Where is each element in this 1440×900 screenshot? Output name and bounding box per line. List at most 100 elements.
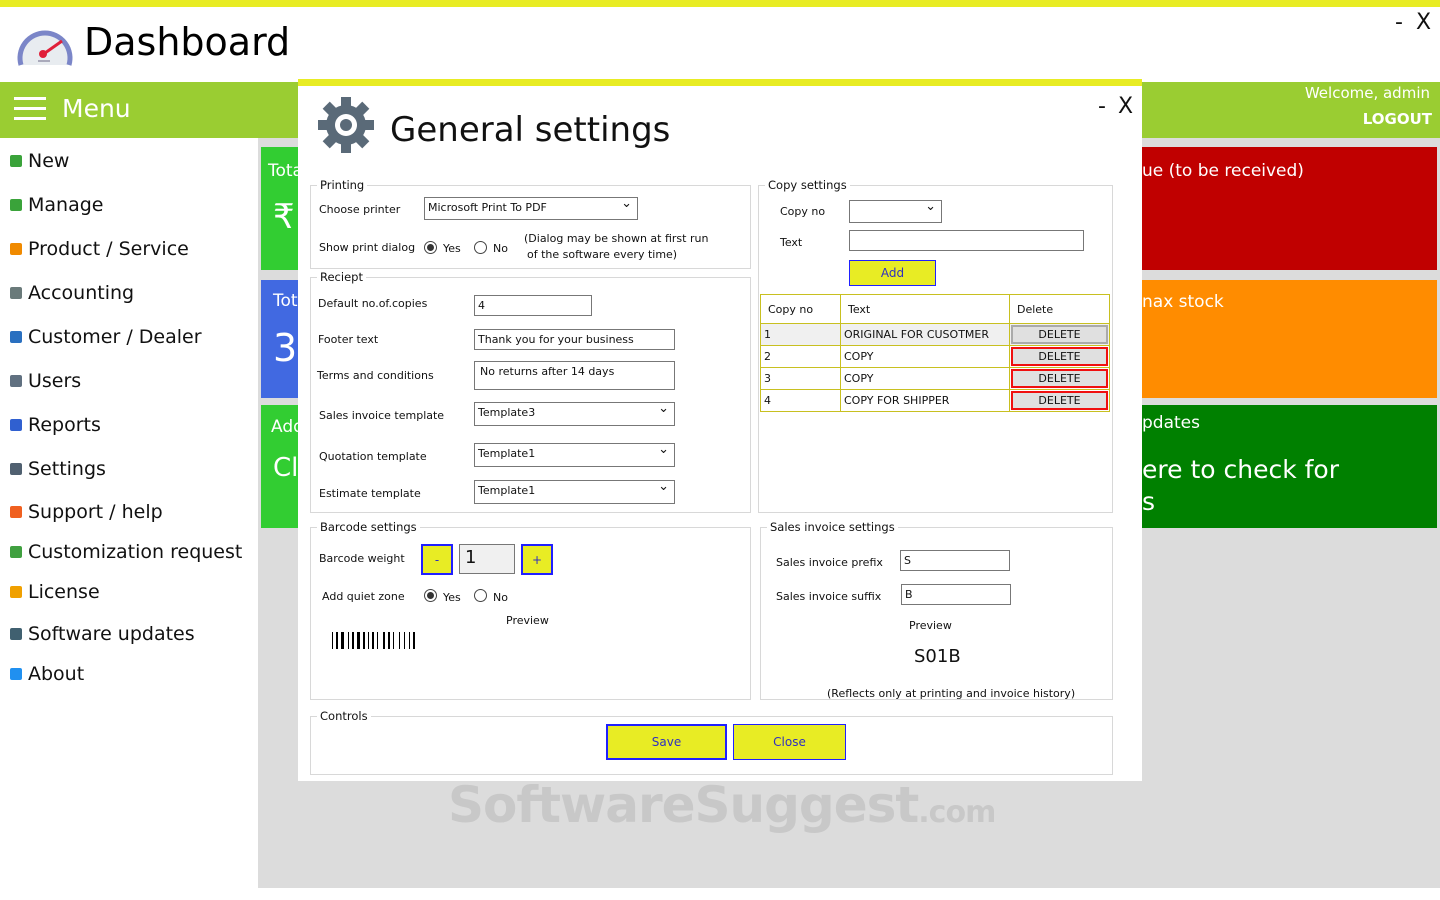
copy-no-cell: 1 bbox=[760, 323, 841, 346]
copy-text-cell: COPY bbox=[840, 345, 1010, 368]
copy-text-input[interactable] bbox=[849, 230, 1084, 251]
estimate-template-select[interactable]: Template1 bbox=[474, 479, 675, 504]
sidebar-item-label: Manage bbox=[28, 194, 104, 216]
close-dialog-button[interactable]: Close bbox=[733, 724, 846, 760]
dashboard-gauge-icon bbox=[17, 30, 73, 66]
print-dialog-no-radio[interactable] bbox=[474, 241, 487, 254]
sidebar-item-software-updates[interactable]: Software updates bbox=[10, 623, 195, 645]
sidebar-item-label: Users bbox=[28, 370, 82, 392]
print-dialog-yes-radio[interactable] bbox=[424, 241, 437, 254]
box-icon bbox=[10, 243, 22, 255]
sidebar-item-users[interactable]: Users bbox=[10, 370, 81, 392]
sidebar-item-support-help[interactable]: Support / help bbox=[10, 501, 163, 523]
sidebar-item-customer-dealer[interactable]: Customer / Dealer bbox=[10, 326, 202, 348]
dialog-close-button[interactable]: X bbox=[1118, 94, 1133, 119]
close-button[interactable]: X bbox=[1416, 10, 1431, 35]
save-button[interactable]: Save bbox=[606, 724, 727, 760]
sales-template-select[interactable]: Template3 bbox=[474, 401, 675, 426]
sidebar-item-product-service[interactable]: Product / Service bbox=[10, 238, 189, 260]
sidebar-item-manage[interactable]: Manage bbox=[10, 194, 103, 216]
sidebar-item-about[interactable]: About bbox=[10, 663, 84, 685]
barcode-bar bbox=[352, 632, 354, 649]
suffix-input[interactable]: B bbox=[901, 584, 1011, 605]
barcode-weight-input[interactable]: 1 bbox=[459, 544, 515, 574]
table-row: 4 COPY FOR SHIPPER DELETE bbox=[760, 389, 1110, 412]
sidebar-item-accounting[interactable]: Accounting bbox=[10, 282, 134, 304]
delete-row-button[interactable]: DELETE bbox=[1011, 347, 1108, 366]
sales-template-label: Sales invoice template bbox=[319, 409, 445, 422]
delete-row-button[interactable]: DELETE bbox=[1011, 391, 1108, 410]
logout-link[interactable]: LOGOUT bbox=[1363, 110, 1432, 128]
footer-input[interactable]: Thank you for your business bbox=[474, 329, 675, 350]
sidebar-item-settings[interactable]: Settings bbox=[10, 458, 106, 480]
no-label: No bbox=[493, 242, 508, 255]
barcode-weight-decrease-button[interactable]: - bbox=[421, 544, 453, 575]
delete-row-button[interactable]: DELETE bbox=[1011, 369, 1108, 388]
sidebar-item-new[interactable]: New bbox=[10, 150, 69, 172]
no-label: No bbox=[493, 591, 508, 604]
quiet-zone-yes-radio[interactable] bbox=[424, 589, 437, 602]
top-accent-bar bbox=[0, 0, 1440, 7]
col-copy-no: Copy no bbox=[760, 294, 841, 324]
tile-total-sales[interactable]: Tota ₹ bbox=[261, 147, 298, 270]
tile-updates[interactable]: pdates ere to check for s bbox=[1142, 405, 1437, 528]
puzzle-icon bbox=[10, 546, 22, 558]
sidebar-item-label: Settings bbox=[28, 458, 106, 480]
tile-title: Tota bbox=[268, 161, 298, 181]
barcode-weight-increase-button[interactable]: + bbox=[521, 544, 553, 575]
printer-select[interactable]: Microsoft Print To PDF bbox=[424, 196, 638, 220]
barcode-bar bbox=[391, 632, 392, 649]
quiet-zone-no-radio[interactable] bbox=[474, 589, 487, 602]
tile-max-stock[interactable]: nax stock bbox=[1142, 280, 1437, 398]
add-copy-button[interactable]: Add bbox=[849, 260, 936, 286]
tile-add[interactable]: Add Cl bbox=[261, 405, 298, 528]
quotation-template-select[interactable]: Template1 bbox=[474, 442, 675, 467]
sidebar-item-label: Customization request bbox=[28, 541, 243, 563]
barcode-bar bbox=[366, 632, 367, 649]
welcome-text: Welcome, admin bbox=[1304, 84, 1430, 102]
barcode-bar bbox=[404, 632, 405, 649]
table-row: 1 ORIGINAL FOR CUSOTMER DELETE bbox=[760, 323, 1110, 346]
invoice-preview-label: Preview bbox=[909, 619, 952, 632]
sidebar-item-license[interactable]: License bbox=[10, 581, 100, 603]
tile-value: ere to check for bbox=[1142, 455, 1339, 484]
tile-value-2: s bbox=[1142, 487, 1156, 516]
tile-total-count[interactable]: Tot 3 bbox=[261, 280, 298, 398]
copy-text-cell: COPY FOR SHIPPER bbox=[840, 389, 1010, 412]
menu-label[interactable]: Menu bbox=[62, 94, 131, 123]
tile-due[interactable]: ue (to be received) bbox=[1142, 147, 1437, 270]
quiet-zone-label: Add quiet zone bbox=[322, 590, 405, 603]
tile-value: ₹ bbox=[273, 197, 295, 237]
minimize-button[interactable]: - bbox=[1395, 10, 1403, 35]
prefix-input[interactable]: S bbox=[900, 550, 1010, 571]
copy-no-label: Copy no bbox=[780, 205, 826, 218]
tile-title: ue (to be received) bbox=[1142, 161, 1304, 181]
tile-title: pdates bbox=[1142, 413, 1200, 433]
support-icon bbox=[10, 506, 22, 518]
key-icon bbox=[10, 586, 22, 598]
sidebar-item-reports[interactable]: Reports bbox=[10, 414, 101, 436]
dialog-minimize-button[interactable]: - bbox=[1098, 94, 1106, 119]
barcode-bar bbox=[395, 632, 398, 649]
yes-label: Yes bbox=[443, 242, 461, 255]
barcode-bar bbox=[379, 632, 382, 649]
col-text: Text bbox=[840, 294, 1010, 324]
terms-input[interactable]: No returns after 14 days bbox=[474, 361, 675, 390]
barcode-weight-label: Barcode weight bbox=[319, 552, 405, 565]
copies-input[interactable]: 4 bbox=[474, 295, 592, 316]
barcode-bar bbox=[341, 632, 344, 649]
copy-no-select[interactable] bbox=[849, 199, 942, 223]
sidebar-item-customization-request[interactable]: Customization request bbox=[10, 541, 242, 563]
barcode-bar bbox=[409, 632, 410, 649]
barcode-bar bbox=[363, 632, 365, 649]
barcode-bar bbox=[350, 632, 351, 649]
barcode-bar bbox=[332, 632, 333, 649]
tile-value: 3 bbox=[273, 326, 298, 370]
delete-row-button[interactable]: DELETE bbox=[1011, 325, 1108, 344]
settings-gear-icon bbox=[318, 97, 374, 153]
barcode-bar bbox=[388, 632, 390, 649]
tile-title: Add bbox=[271, 417, 298, 437]
sidebar-item-label: Support / help bbox=[28, 501, 163, 523]
sidebar-item-label: Software updates bbox=[28, 623, 195, 645]
barcode-bar bbox=[401, 632, 403, 649]
